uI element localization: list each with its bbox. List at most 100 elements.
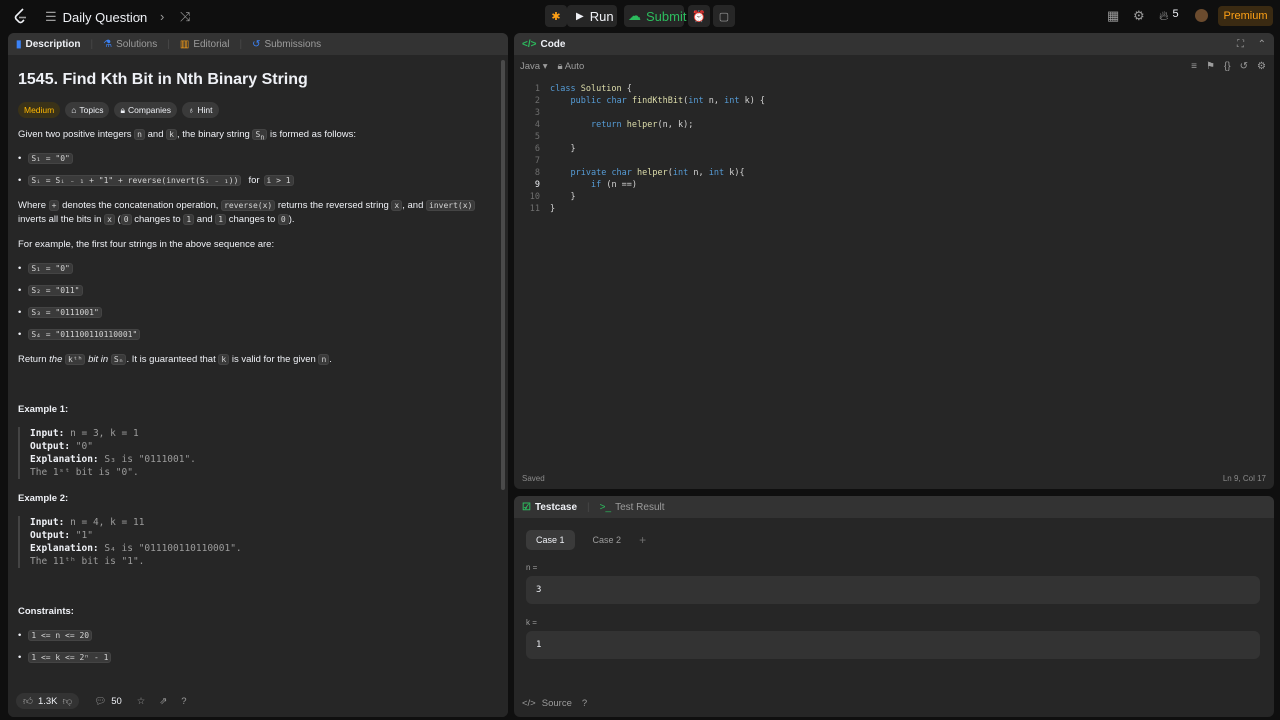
input-value: n = 3, k = 1 [70,428,139,439]
description-tabs: ▮ Description | ⚗ Solutions | ▥ Editoria… [8,33,508,55]
tab-description[interactable]: ▮ Description [16,39,81,50]
example-1-title: Example 1: [18,404,69,415]
book-icon: ▥ [179,38,190,50]
add-case-icon[interactable]: + [639,533,646,547]
fullscreen-icon[interactable]: ⛶ [1237,39,1244,50]
chevron-up-icon[interactable]: ⌃ [1258,39,1266,50]
debug-button[interactable]: ✱ [545,5,567,27]
help-icon[interactable]: ? [582,698,587,709]
prev-question-icon[interactable]: ‹ [137,9,141,24]
premium-button[interactable]: Premium [1218,6,1273,26]
source-label: Source [541,698,572,709]
companies-tag[interactable]: 🔒︎ Companies [114,102,177,118]
case-tabs: Case 1 Case 2 + [526,530,646,550]
language-select[interactable]: Java ▾ [520,61,548,72]
code-k: k [166,129,177,140]
intro-paragraph: Given two positive integers n and k, the… [18,129,356,142]
var-k-input[interactable]: 1 [526,631,1260,659]
braces-icon[interactable]: {} [1224,61,1231,72]
tab-code[interactable]: </> Code [522,39,565,50]
input-label: Input: [30,517,65,528]
tab-testcase[interactable]: ☑ Testcase [522,502,577,513]
gear-icon[interactable]: ⚙ [1133,8,1145,24]
seq-code: S₄ = "011100110110001" [28,329,141,340]
tab-test-result[interactable]: >_ Test Result [600,502,665,513]
intro-text-2: , the binary string [176,129,250,140]
testcase-tabs: ☑ Testcase | >_ Test Result [514,496,1274,518]
reset-icon[interactable]: ↺ [1240,61,1248,72]
hint-label: Hint [197,105,213,115]
streak-counter[interactable]: 🔥︎ 5 [1159,8,1179,24]
case-tab-1[interactable]: Case 1 [526,530,575,550]
comment-count: 50 [111,695,122,707]
output-value: "0" [75,441,93,452]
share-icon[interactable]: ⇗ [159,696,167,707]
notes-button[interactable]: ▢ [713,5,735,27]
return-text: Return [18,354,47,365]
constraint-item: 1 <= k <= 2ⁿ - 1 [18,652,112,663]
difficulty-badge: Medium [18,102,61,118]
star-icon[interactable]: ☆ [137,696,146,707]
testcase-panel: ☑ Testcase | >_ Test Result Case 1 Case … [514,496,1274,717]
help-icon[interactable]: ? [181,696,186,707]
tag-icon: ⌂ [71,105,77,115]
code-kth: kᵗʰ [65,354,86,365]
case-tab-2[interactable]: Case 2 [583,530,632,550]
code-brackets-icon: </> [522,698,536,709]
code-invert: invert(x) [426,200,476,211]
run-button[interactable]: ▶ Run [567,5,617,27]
code-line: 6 } [534,144,576,154]
var-n-input[interactable]: 3 [526,576,1260,604]
flask-icon: ⚗ [103,38,113,50]
topics-tag[interactable]: ⌂ Topics [65,102,110,118]
explanation-label: Explanation: [30,543,99,554]
timer-button[interactable]: ⏰ [688,5,710,27]
sn-subscript: n [260,133,265,142]
next-question-icon[interactable]: › [160,9,164,24]
code-x-2: x [104,214,115,225]
code-reverse: reverse(x) [221,200,276,211]
thumbs-down-icon[interactable]: 👎︎ [62,695,72,707]
comments-button[interactable]: 💬︎ 50 [87,694,129,709]
settings-icon[interactable]: ⚙ [1257,61,1266,72]
where2-text: inverts all the bits in [18,214,102,225]
random-question-icon[interactable]: ⤨ [180,9,190,25]
where2-changes-2: changes to [228,214,276,225]
cloud-upload-icon: ☁ [628,8,641,23]
tab-editorial[interactable]: ▥ Editorial [180,39,230,50]
code-n: n [134,129,145,140]
input-label: Input: [30,428,65,439]
code-editor[interactable]: 1 class Solution { 2 public char findKthB… [514,83,1274,215]
description-scrollbar[interactable] [501,60,505,490]
where-paragraph-1: Where + denotes the concatenation operat… [18,200,476,211]
companies-label: Companies [128,105,171,115]
leetcode-logo-icon[interactable] [14,8,28,25]
premium-label: Premium [1223,10,1268,22]
input-value: n = 4, k = 11 [70,517,145,528]
format-icon[interactable]: ≡ [1191,61,1197,72]
bookmark-icon[interactable]: ⚑ [1206,61,1215,72]
daily-question-nav[interactable]: ☰ Daily Question [45,9,147,25]
like-button[interactable]: 👍︎ 1.3K 👎︎ [16,693,80,709]
submit-button[interactable]: ☁ Submit [624,5,686,27]
constraints-title: Constraints: [18,606,74,617]
alarm-icon: ⏰ [692,10,706,23]
seq-code: S₁ = "0" [28,263,73,274]
rule-1: S₁ = "0" [18,153,73,164]
avatar[interactable] [1195,9,1208,22]
source-link[interactable]: </> Source ? [522,698,587,709]
tab-submissions[interactable]: ↺ Submissions [252,39,321,50]
description-panel: ▮ Description | ⚗ Solutions | ▥ Editoria… [8,33,508,717]
tab-solutions[interactable]: ⚗ Solutions [103,39,157,50]
explanation-line-2: The 11ᵗʰ bit is "1". [30,556,145,567]
lock-icon: 🔒︎ [120,104,125,115]
return-the: the [49,354,63,365]
code-sn: Sn [252,129,268,142]
topics-label: Topics [79,105,104,115]
mode-toggle[interactable]: 🔒︎ Auto [558,61,585,72]
where-paragraph-2: inverts all the bits in x (0 changes to … [18,214,295,225]
code-line: 9 if (n ==) [534,180,638,190]
layout-icon[interactable]: ▦ [1107,8,1119,24]
example-2-title: Example 2: [18,493,69,504]
hint-tag[interactable]: ♁ Hint [182,102,219,118]
